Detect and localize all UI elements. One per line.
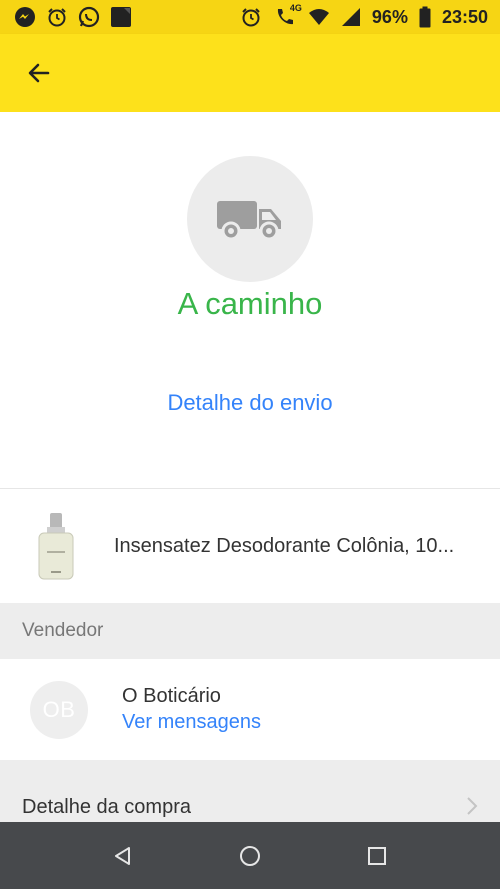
status-bar-left-icons (14, 6, 132, 28)
shipment-detail-link[interactable]: Detalhe do envio (0, 390, 500, 416)
avatar: OB (30, 681, 88, 739)
purchase-detail-row[interactable]: Detalhe da compra (0, 760, 500, 822)
alarm-icon (46, 6, 68, 28)
status-bar-right-icons: 4G 96% 23:50 (240, 3, 488, 28)
view-messages-link[interactable]: Ver mensagens (122, 711, 261, 734)
chevron-right-icon (464, 796, 480, 816)
status-bar: 4G 96% 23:50 (0, 0, 500, 34)
seller-section-header: Vendedor (0, 603, 500, 659)
home-circle-icon (238, 844, 262, 868)
back-triangle-icon (112, 845, 134, 867)
seller-row: OB O Boticário Ver mensagens (0, 659, 500, 760)
wifi-icon (308, 6, 330, 28)
product-name: Insensatez Desodorante Colônia, 10... (114, 534, 455, 557)
product-row[interactable]: Insensatez Desodorante Colônia, 10... (0, 489, 500, 603)
messenger-icon (14, 6, 36, 28)
nav-recents-button[interactable] (357, 836, 397, 876)
square-app-icon (110, 6, 132, 28)
recents-square-icon (367, 846, 387, 866)
battery-icon (418, 6, 432, 28)
call-4g-icon: 4G (272, 3, 302, 28)
battery-percent: 96% (371, 6, 408, 27)
shipment-status-section: A caminho Detalhe do envio (0, 112, 500, 488)
signal-icon (340, 6, 362, 28)
arrow-left-icon (26, 60, 52, 86)
android-nav-bar (0, 822, 500, 889)
product-bottle-image (26, 510, 86, 582)
back-button[interactable] (18, 52, 60, 94)
shipment-status-title: A caminho (177, 286, 323, 321)
nav-home-button[interactable] (230, 836, 270, 876)
truck-icon (215, 195, 285, 243)
whatsapp-icon (78, 6, 100, 28)
clock-time: 23:50 (441, 6, 488, 27)
network-label: 4G (289, 3, 302, 13)
alarm-icon (240, 6, 262, 28)
app-bar (0, 34, 500, 112)
purchase-detail-label: Detalhe da compra (22, 796, 191, 818)
truck-icon-circle (187, 156, 313, 282)
nav-back-button[interactable] (103, 836, 143, 876)
seller-name: O Boticário (122, 685, 221, 707)
